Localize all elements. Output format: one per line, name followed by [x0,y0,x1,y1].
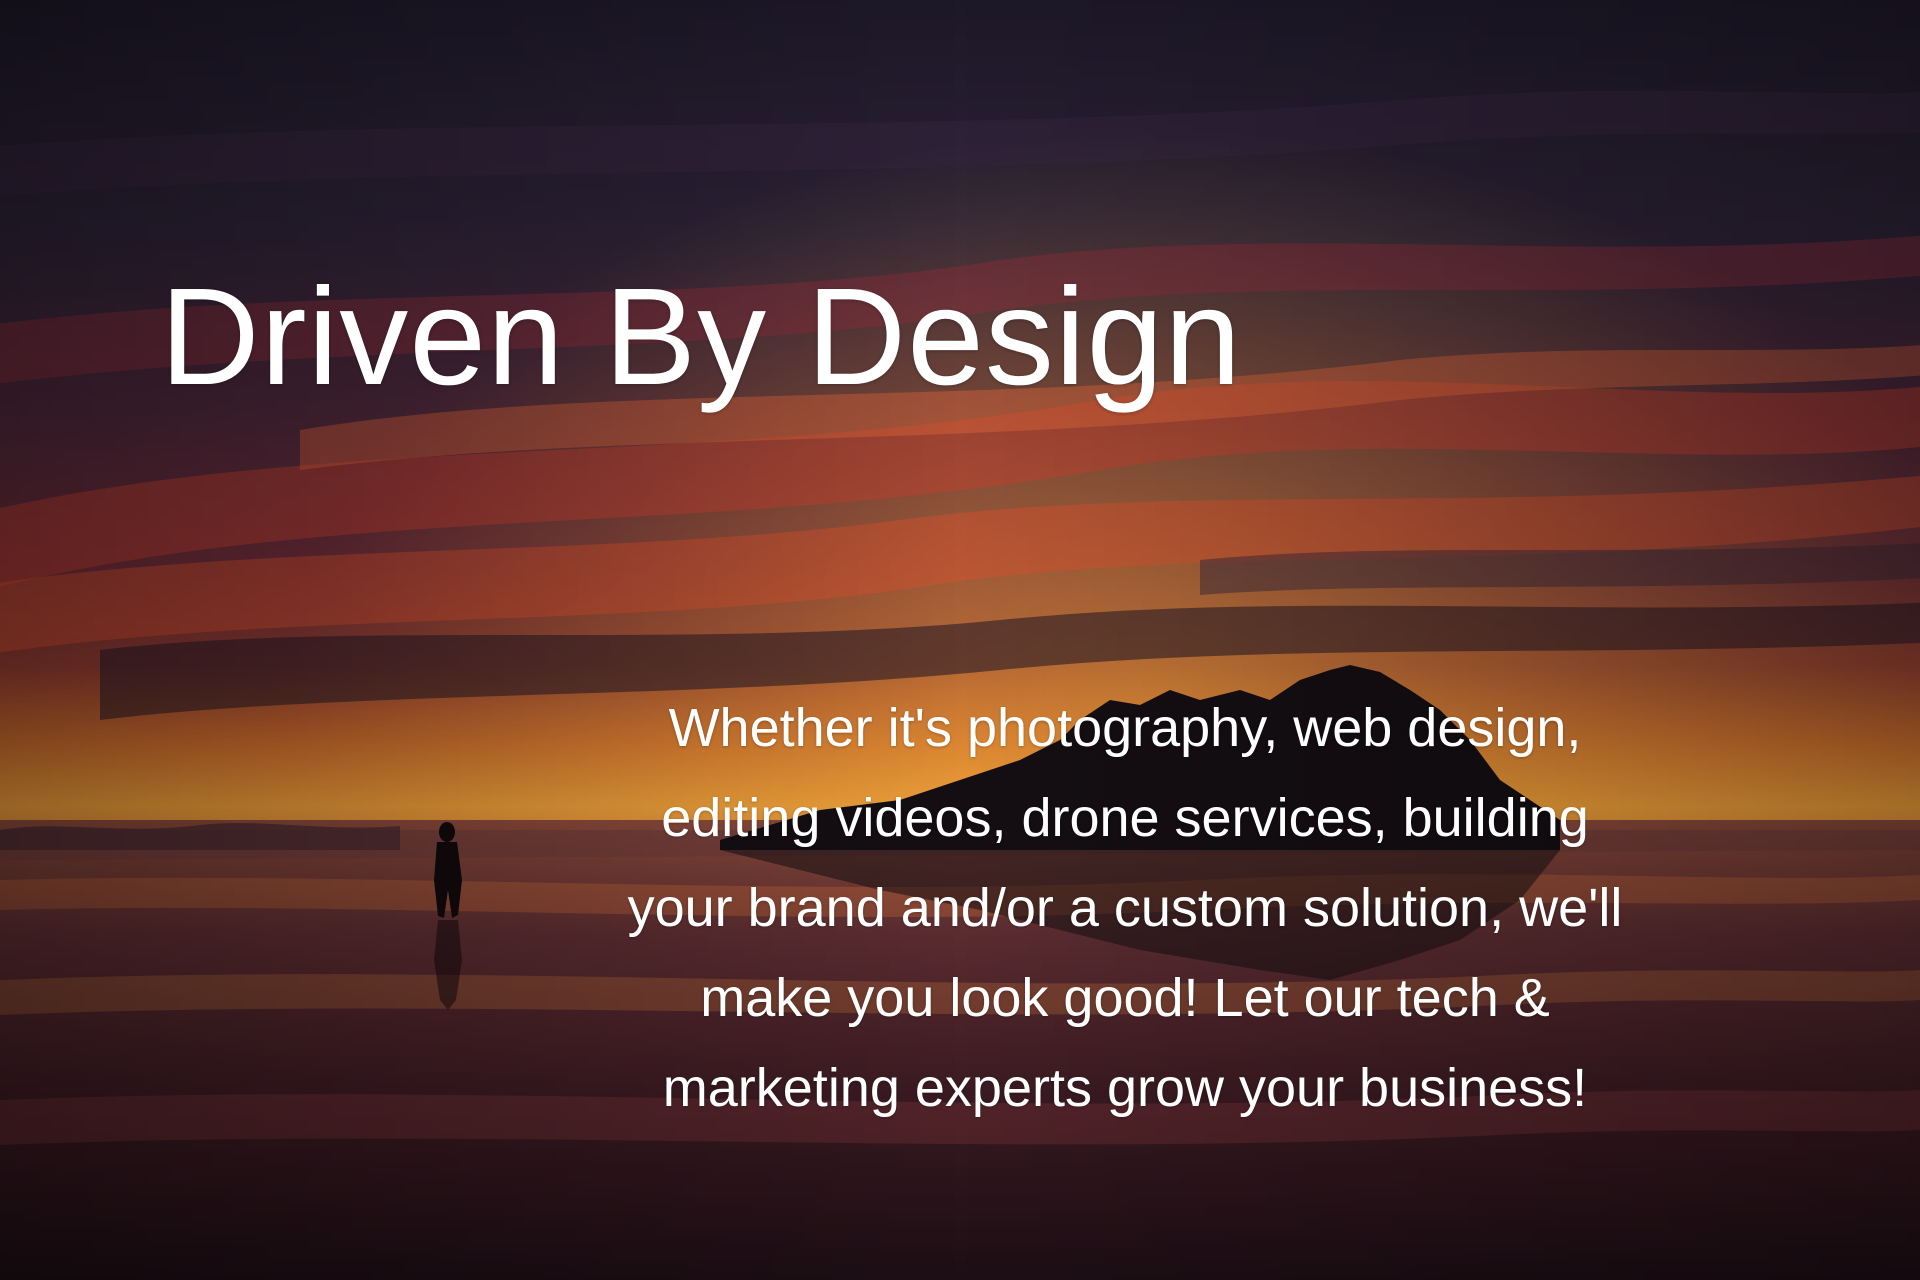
hero-banner: Driven By Design Whether it's photograph… [0,0,1920,1280]
hero-tagline: Whether it's photography, web design, ed… [627,698,1623,1118]
hero-headline: Driven By Design [160,260,1243,414]
